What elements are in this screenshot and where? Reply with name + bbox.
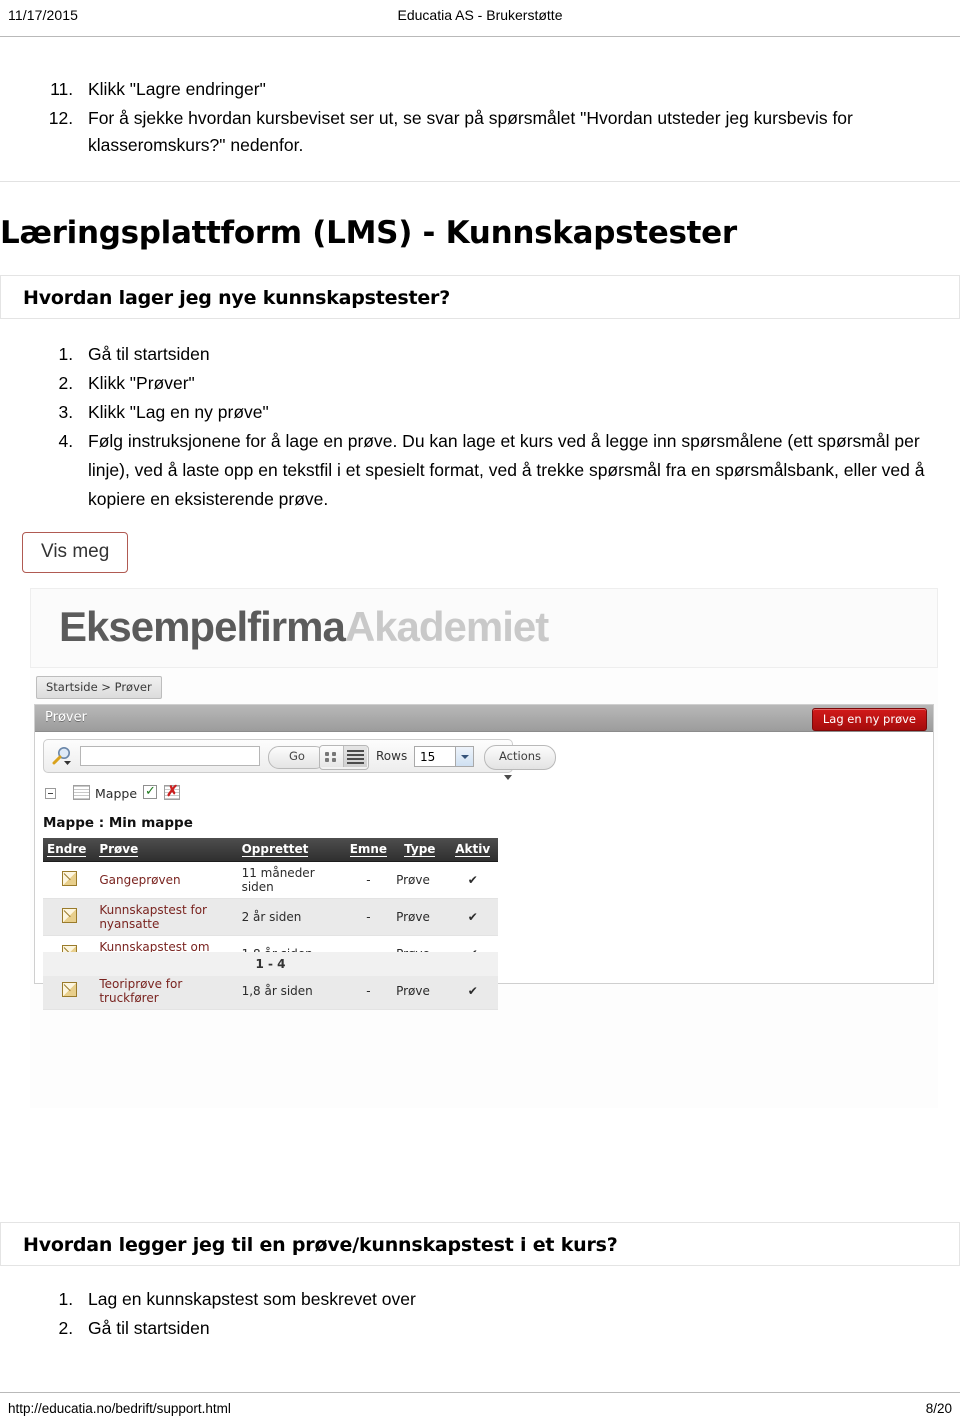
intro-ordered-list: Klikk "Lagre endringer"For å sjekke hvor…	[0, 76, 960, 159]
edit-cell[interactable]	[43, 972, 96, 1010]
question-2-heading-box: Hvordan legger jeg til en prøve/kunnskap…	[0, 1222, 960, 1266]
new-test-button[interactable]: Lag en ny prøve	[811, 708, 927, 731]
print-title: Educatia AS - Brukerstøtte	[397, 7, 563, 23]
pencil-edit-icon[interactable]	[61, 908, 77, 923]
list-icon	[347, 750, 364, 764]
active-cell: ✔	[447, 972, 498, 1010]
topic-cell: -	[344, 972, 393, 1010]
intro-list-container: Klikk "Lagre endringer"For å sjekke hvor…	[0, 76, 960, 161]
table-header-row: Endre Prøve Opprettet Emne Type Aktiv	[43, 838, 498, 862]
created-cell: 2 år siden	[237, 898, 345, 936]
created-cell: 1,8 år siden	[237, 972, 345, 1010]
rows-value: 15	[420, 750, 436, 764]
topic-cell: -	[344, 861, 393, 899]
pagination-label: 1 - 4	[43, 952, 498, 976]
grid-view-button[interactable]	[320, 746, 344, 767]
print-footer: http://educatia.no/bedrift/support.html …	[0, 1392, 960, 1427]
column-header-label: Endre	[47, 842, 87, 857]
search-icon[interactable]	[51, 745, 73, 767]
type-cell: Prøve	[392, 861, 448, 899]
footer-url: http://educatia.no/bedrift/support.html	[8, 1401, 231, 1416]
actions-button[interactable]: Actions	[484, 745, 557, 780]
intro-step-item: Klikk "Lagre endringer"	[78, 76, 960, 103]
table-column-header[interactable]: Prøve	[95, 838, 238, 862]
group-label: Mappe : Min mappe	[43, 815, 193, 831]
table-column-header[interactable]: Endre	[43, 838, 96, 862]
prover-panel: Prøver Lag en ny prøve Go Rows 15 Action…	[34, 704, 934, 1010]
question-2-heading: Hvordan legger jeg til en prøve/kunnskap…	[23, 1234, 618, 1256]
rows-select[interactable]: 15	[414, 746, 474, 767]
table-row[interactable]: Kunnskapstest for nyansatte 2 år siden - Pr…	[43, 898, 498, 936]
edit-cell[interactable]	[43, 861, 96, 899]
pencil-edit-icon[interactable]	[61, 871, 77, 886]
column-header-label: Emne	[349, 842, 388, 857]
app-brand-bar: EksempelfirmaAkademiet	[30, 588, 938, 668]
brand-primary: Eksempelfirma	[59, 603, 346, 650]
question-1-steps-container: Gå til startsidenKlikk "Prøver"Klikk "La…	[0, 340, 960, 514]
table-column-header[interactable]: Opprettet	[237, 838, 345, 862]
created-cell: 11 måneder siden	[237, 861, 345, 899]
search-input[interactable]	[80, 746, 260, 766]
show-me-button[interactable]: Vis meg	[22, 532, 129, 573]
column-header-label: Type	[404, 842, 436, 857]
go-button[interactable]: Go	[268, 746, 326, 769]
table-row[interactable]: Gangeprøven 11 måneder siden - Prøve ✔	[43, 861, 498, 899]
page-title: Læringsplattform (LMS) - Kunnskapstester	[0, 215, 737, 251]
table-column-header[interactable]: Type	[392, 838, 448, 862]
app-logo: EksempelfirmaAkademiet	[59, 603, 549, 651]
table-column-header[interactable]: Aktiv	[447, 838, 498, 862]
tests-table: Endre Prøve Opprettet Emne Type Aktiv Gangepr…	[43, 838, 498, 1010]
question-1-heading: Hvordan lager jeg nye kunnskapstester?	[23, 287, 451, 309]
view-toggle-group[interactable]	[319, 745, 369, 770]
active-cell: ✔	[447, 861, 498, 899]
test-name-cell[interactable]: Gangeprøven	[95, 861, 238, 899]
footer-page-number: 8/20	[925, 1401, 952, 1416]
print-header: 11/17/2015 Educatia AS - Brukerstøtte	[0, 0, 960, 37]
question-1-step-item: Klikk "Prøver"	[78, 369, 960, 398]
chevron-down-icon	[504, 775, 512, 780]
actions-label: Actions	[499, 749, 542, 763]
divider-top	[0, 181, 960, 182]
table-body: Gangeprøven 11 måneder siden - Prøve ✔ Kunnsk…	[43, 861, 498, 1010]
brand-secondary: Akademiet	[344, 603, 549, 650]
question-1-step-item: Klikk "Lag en ny prøve"	[78, 398, 960, 427]
panel-title: Prøver	[45, 710, 87, 725]
question-2-ordered-list: Lag en kunnskapstest som beskrevet overG…	[0, 1285, 960, 1343]
table-row[interactable]: Teoriprøve for truckfører 1,8 år siden - Pr…	[43, 972, 498, 1010]
grid-icon	[325, 752, 338, 762]
type-cell: Prøve	[392, 972, 448, 1010]
question-1-step-item: Følg instruksjonene for å lage en prøve.…	[78, 427, 960, 514]
chevron-down-icon[interactable]	[455, 747, 473, 766]
collapse-toggle-icon[interactable]	[45, 788, 56, 799]
question-1-heading-box: Hvordan lager jeg nye kunnskapstester?	[0, 275, 960, 319]
search-toolbar: Go Rows 15 Actions	[43, 739, 557, 780]
question-1-step-item: Gå til startsiden	[78, 340, 960, 369]
rows-label: Rows	[376, 749, 408, 763]
folder-grid-icon	[73, 785, 90, 800]
edit-cell[interactable]	[43, 898, 96, 936]
question-1-ordered-list: Gå til startsidenKlikk "Prøver"Klikk "La…	[0, 340, 960, 514]
type-cell: Prøve	[392, 898, 448, 936]
active-cell: ✔	[447, 898, 498, 936]
column-header-label: Aktiv	[455, 842, 491, 857]
folder-label[interactable]: Mappe	[95, 786, 137, 801]
column-header-label: Prøve	[99, 842, 139, 857]
column-header-label: Opprettet	[241, 842, 309, 857]
breadcrumb[interactable]: Startside > Prøver	[36, 676, 162, 699]
test-name-cell[interactable]: Kunnskapstest for nyansatte	[95, 898, 238, 936]
document-page: 11/17/2015 Educatia AS - Brukerstøtte Kl…	[0, 0, 960, 1426]
pencil-edit-icon[interactable]	[61, 982, 77, 997]
checkmark-icon[interactable]	[143, 783, 157, 799]
question-2-step-item: Lag en kunnskapstest som beskrevet over	[78, 1285, 960, 1314]
embedded-app-screenshot: EksempelfirmaAkademiet Startside > Prøve…	[30, 588, 938, 1108]
question-2-steps-container: Lag en kunnskapstest som beskrevet overG…	[0, 1285, 960, 1343]
question-2-step-item: Gå til startsiden	[78, 1314, 960, 1343]
delete-x-icon[interactable]	[164, 782, 180, 800]
list-view-button[interactable]	[344, 746, 367, 767]
test-name-cell[interactable]: Teoriprøve for truckfører	[95, 972, 238, 1010]
intro-step-item: For å sjekke hvordan kursbeviset ser ut,…	[78, 105, 960, 159]
table-column-header[interactable]: Emne	[344, 838, 393, 862]
topic-cell: -	[344, 898, 393, 936]
panel-header: Prøver Lag en ny prøve	[35, 705, 933, 732]
